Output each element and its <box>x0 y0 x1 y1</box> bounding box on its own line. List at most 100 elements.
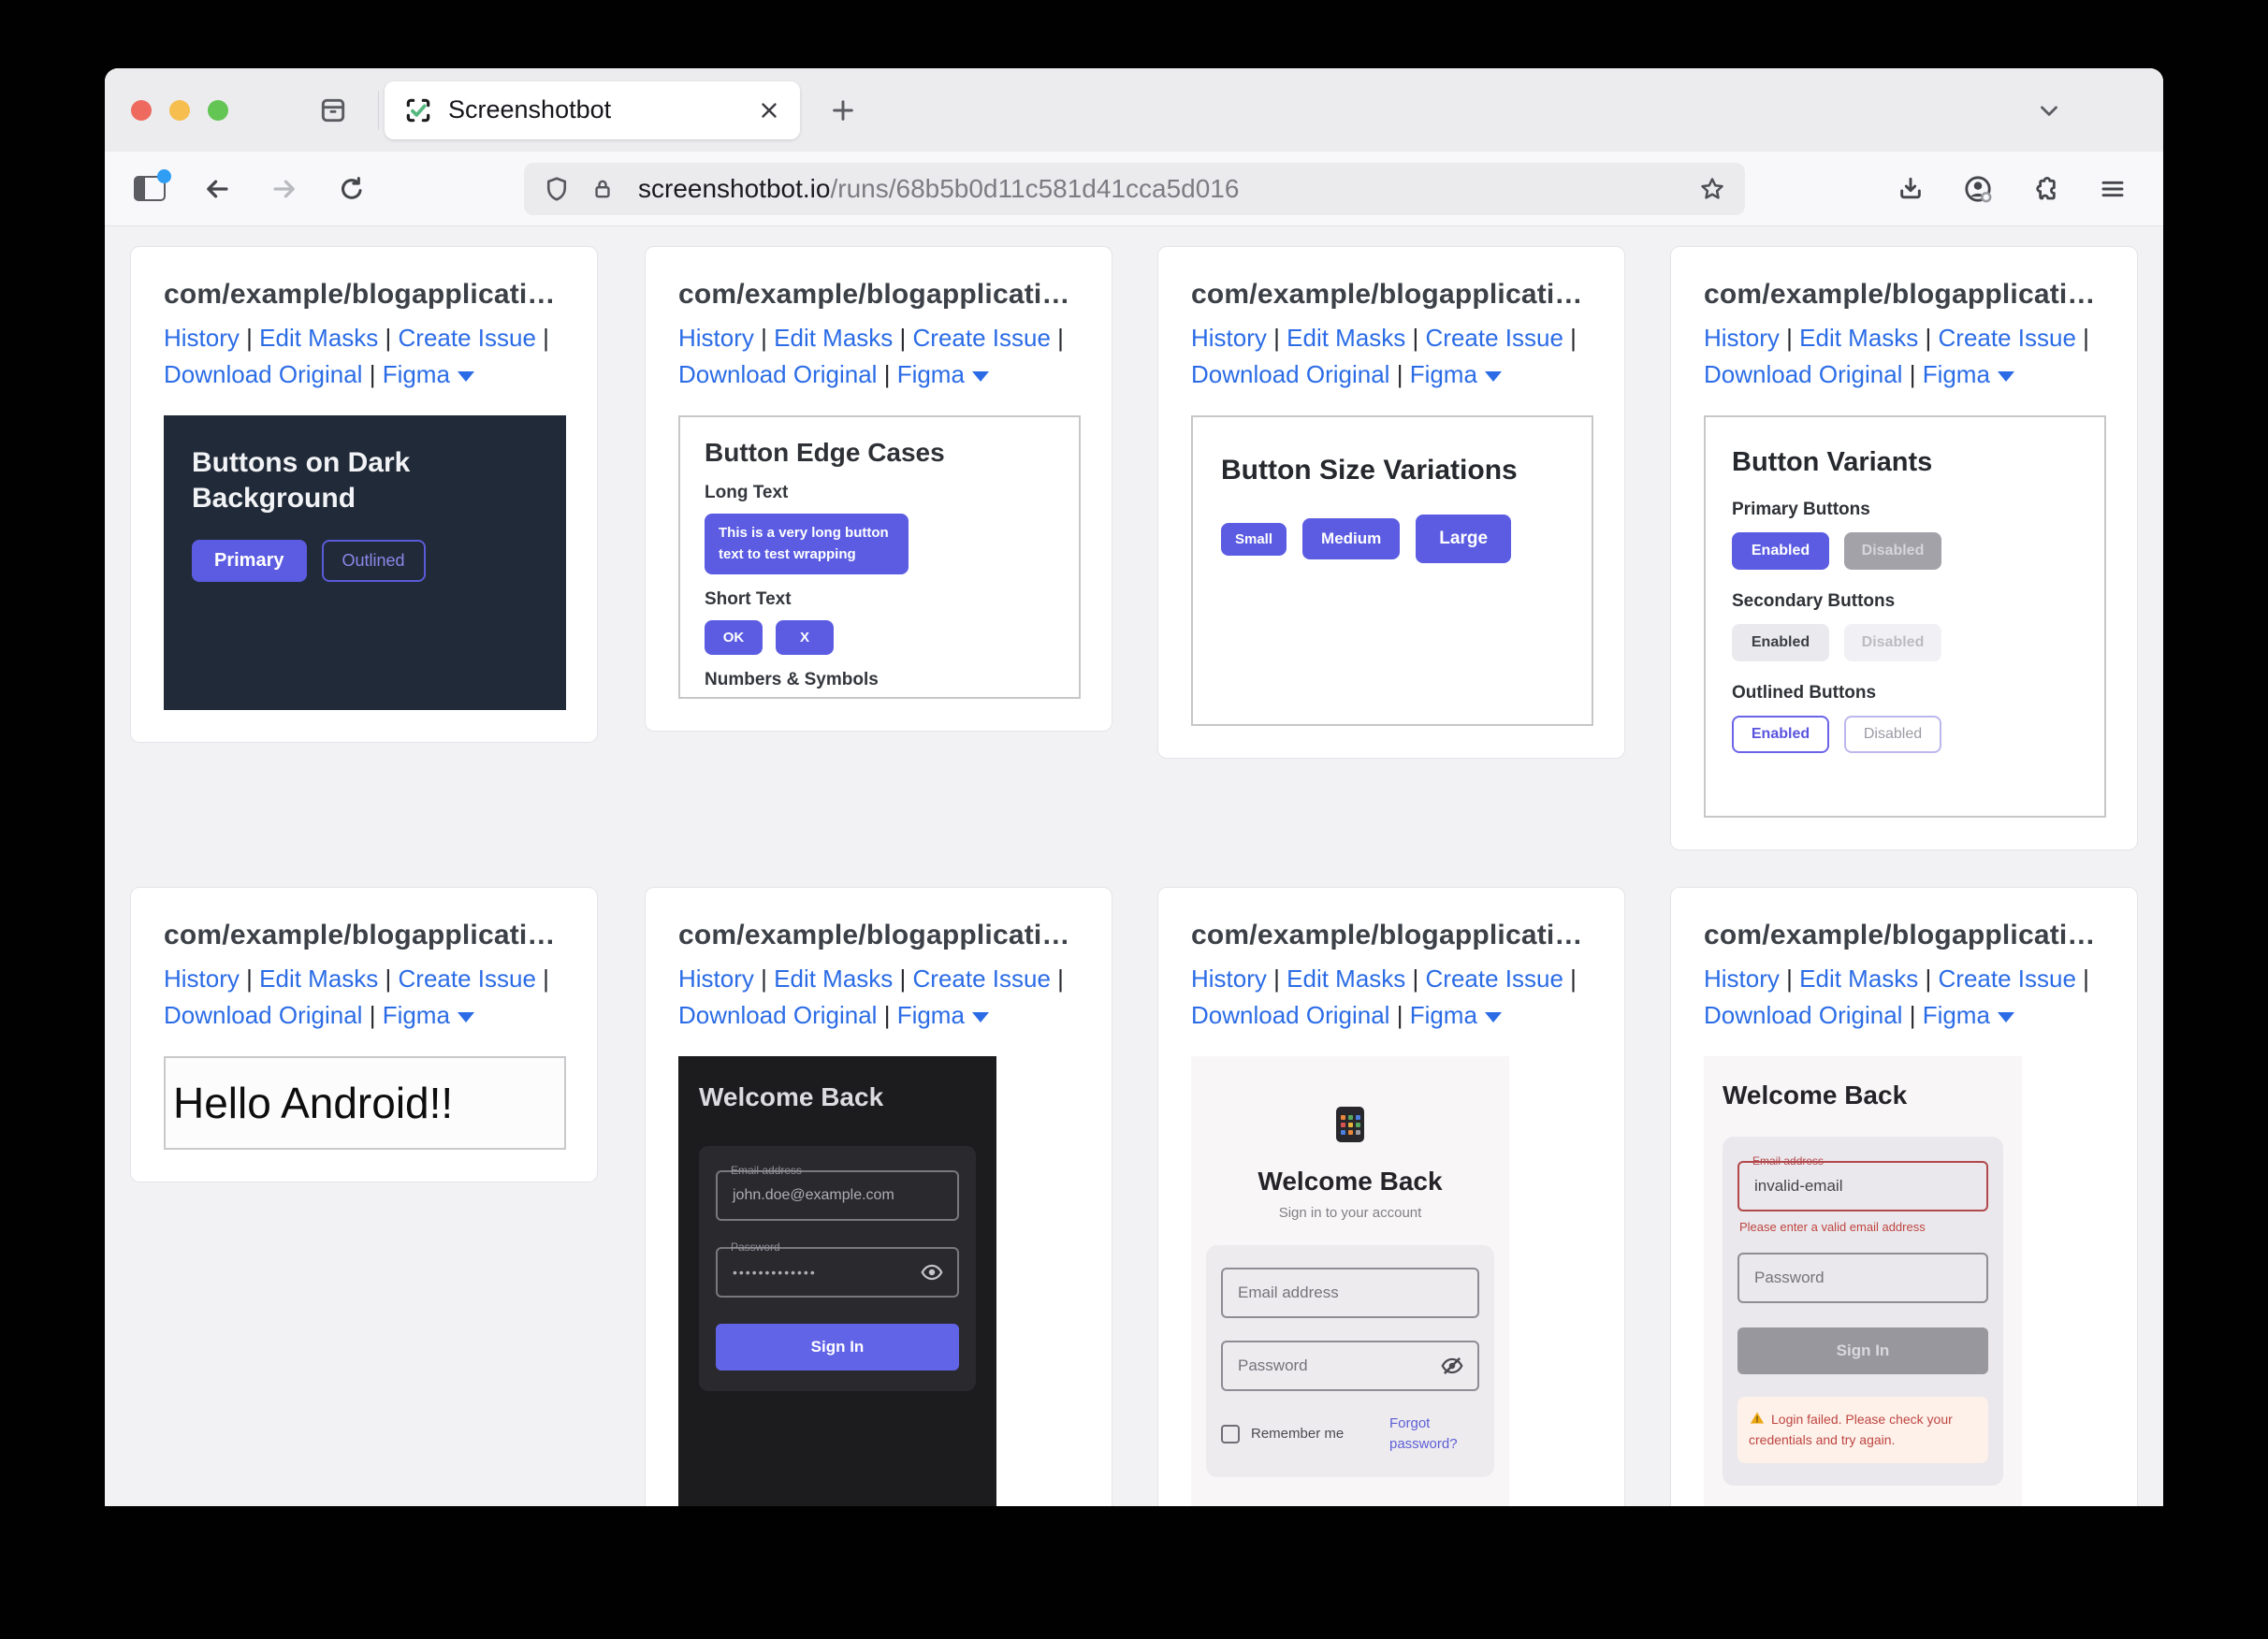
card-links: History | Edit Masks | Create Issue | Do… <box>678 320 1079 393</box>
extensions-puzzle-icon[interactable] <box>2025 168 2066 210</box>
thumb-heading: Buttons on Dark Background <box>192 445 426 515</box>
screenshot-thumbnail[interactable]: Button Size Variations Small Medium Larg… <box>1191 415 1593 726</box>
window-controls <box>105 100 228 121</box>
card-links: History | Edit Masks | Create Issue | Do… <box>1191 320 1592 393</box>
screenshot-card: com/example/blogapplicati… History | Edi… <box>1157 246 1625 759</box>
create-issue-link[interactable]: Create Issue <box>399 324 536 352</box>
download-original-link[interactable]: Download Original <box>1704 1001 1902 1029</box>
login-panel: Email address invalid-email Please enter… <box>1723 1137 2003 1486</box>
thumb-heading: Welcome Back <box>699 1082 976 1112</box>
close-window-button[interactable] <box>131 100 152 121</box>
screenshot-thumbnail[interactable]: Welcome Back Email address invalid-email… <box>1704 1056 2022 1506</box>
login-panel: Email address Password <box>1206 1245 1494 1477</box>
edit-masks-link[interactable]: Edit Masks <box>774 324 893 352</box>
medium-button: Medium <box>1302 518 1400 559</box>
card-links: History | Edit Masks | Create Issue | Do… <box>1191 961 1592 1034</box>
email-value: john.doe@example.com <box>718 1187 894 1204</box>
download-original-link[interactable]: Download Original <box>678 1001 877 1029</box>
account-icon[interactable] <box>1957 168 1999 210</box>
history-link[interactable]: History <box>678 965 754 993</box>
firefox-view-icon[interactable] <box>129 168 170 210</box>
password-label: Password <box>731 1240 780 1254</box>
history-link[interactable]: History <box>678 324 754 352</box>
screenshot-thumbnail[interactable]: Welcome Back Email address john.doe@exam… <box>678 1056 996 1506</box>
sidebar-archive-icon[interactable] <box>313 90 354 131</box>
edit-masks-link[interactable]: Edit Masks <box>1287 965 1405 993</box>
download-original-link[interactable]: Download Original <box>1191 1001 1389 1029</box>
caret-down-icon <box>972 1012 989 1023</box>
list-all-tabs-chevron-icon[interactable] <box>2028 90 2070 131</box>
forward-button[interactable] <box>264 168 305 210</box>
thumb-heading: Welcome Back <box>1723 1081 2003 1110</box>
menu-hamburger-icon[interactable] <box>2092 168 2133 210</box>
figma-link[interactable]: Figma <box>897 1001 965 1029</box>
downloads-icon[interactable] <box>1890 168 1931 210</box>
create-issue-link[interactable]: Create Issue <box>913 965 1051 993</box>
screenshot-title: com/example/blogapplicati… <box>1704 920 2104 951</box>
new-tab-button[interactable] <box>822 90 864 131</box>
shield-icon[interactable] <box>543 175 571 203</box>
edit-masks-link[interactable]: Edit Masks <box>774 965 893 993</box>
thumb-heading: Button Edge Cases <box>705 438 1054 468</box>
figma-link[interactable]: Figma <box>1923 360 1990 388</box>
long-text-button: This is a very long button text to test … <box>705 514 909 574</box>
back-button[interactable] <box>196 168 238 210</box>
screenshot-thumbnail[interactable]: Button Variants Primary Buttons Enabled … <box>1704 415 2106 818</box>
download-original-link[interactable]: Download Original <box>1191 360 1389 388</box>
create-issue-link[interactable]: Create Issue <box>399 965 536 993</box>
edit-masks-link[interactable]: Edit Masks <box>1287 324 1405 352</box>
card-links: History | Edit Masks | Create Issue | Do… <box>164 961 564 1034</box>
long-text-label: Long Text <box>705 483 1054 503</box>
download-original-link[interactable]: Download Original <box>1704 360 1902 388</box>
enabled-button: Enabled <box>1732 532 1829 570</box>
figma-link[interactable]: Figma <box>1410 360 1477 388</box>
history-link[interactable]: History <box>164 965 240 993</box>
x-button: X <box>776 620 834 655</box>
reload-button[interactable] <box>331 168 372 210</box>
screenshot-thumbnail[interactable]: Button Edge Cases Long Text This is a ve… <box>678 415 1081 699</box>
eye-off-icon <box>1440 1354 1464 1378</box>
history-link[interactable]: History <box>1191 324 1267 352</box>
create-issue-link[interactable]: Create Issue <box>913 324 1051 352</box>
tab-close-icon[interactable] <box>757 98 781 123</box>
caret-down-icon <box>458 371 474 382</box>
lock-icon[interactable] <box>589 176 616 202</box>
download-original-link[interactable]: Download Original <box>164 360 362 388</box>
email-label: Email address <box>731 1164 802 1177</box>
history-link[interactable]: History <box>1191 965 1267 993</box>
edit-masks-link[interactable]: Edit Masks <box>259 965 378 993</box>
forgot-password-link: Forgot password? <box>1389 1414 1479 1455</box>
minimize-window-button[interactable] <box>169 100 190 121</box>
history-link[interactable]: History <box>1704 965 1780 993</box>
screenshot-thumbnail[interactable]: Buttons on Dark Background Primary Outli… <box>164 415 566 710</box>
sign-in-button-disabled: Sign In <box>1737 1327 1988 1374</box>
warning-icon <box>1749 1410 1766 1427</box>
figma-link[interactable]: Figma <box>383 360 450 388</box>
screenshot-thumbnail[interactable]: Welcome Back Sign in to your account Ema… <box>1191 1056 1509 1506</box>
screenshot-thumbnail[interactable]: Hello Android!! <box>164 1056 566 1150</box>
screenshot-title: com/example/blogapplicati… <box>1191 920 1592 951</box>
create-issue-link[interactable]: Create Issue <box>1426 324 1563 352</box>
url-bar[interactable]: screenshotbot.io/runs/68b5b0d11c581d41cc… <box>524 163 1745 215</box>
caret-down-icon <box>1998 1012 2014 1023</box>
history-link[interactable]: History <box>1704 324 1780 352</box>
edit-masks-link[interactable]: Edit Masks <box>1799 324 1918 352</box>
create-issue-link[interactable]: Create Issue <box>1939 965 2076 993</box>
bookmark-star-icon[interactable] <box>1698 175 1726 203</box>
tab-screenshotbot[interactable]: Screenshotbot <box>385 81 800 139</box>
edit-masks-link[interactable]: Edit Masks <box>259 324 378 352</box>
edit-masks-link[interactable]: Edit Masks <box>1799 965 1918 993</box>
screenshot-card: com/example/blogapplicati… History | Edi… <box>130 246 598 743</box>
download-original-link[interactable]: Download Original <box>678 360 877 388</box>
figma-link[interactable]: Figma <box>1410 1001 1477 1029</box>
figma-link[interactable]: Figma <box>897 360 965 388</box>
figma-link[interactable]: Figma <box>383 1001 450 1029</box>
figma-link[interactable]: Figma <box>1923 1001 1990 1029</box>
short-text-label: Short Text <box>705 589 1054 610</box>
download-original-link[interactable]: Download Original <box>164 1001 362 1029</box>
create-issue-link[interactable]: Create Issue <box>1939 324 2076 352</box>
history-link[interactable]: History <box>164 324 240 352</box>
zoom-window-button[interactable] <box>208 100 228 121</box>
create-issue-link[interactable]: Create Issue <box>1426 965 1563 993</box>
small-button: Small <box>1221 523 1287 556</box>
